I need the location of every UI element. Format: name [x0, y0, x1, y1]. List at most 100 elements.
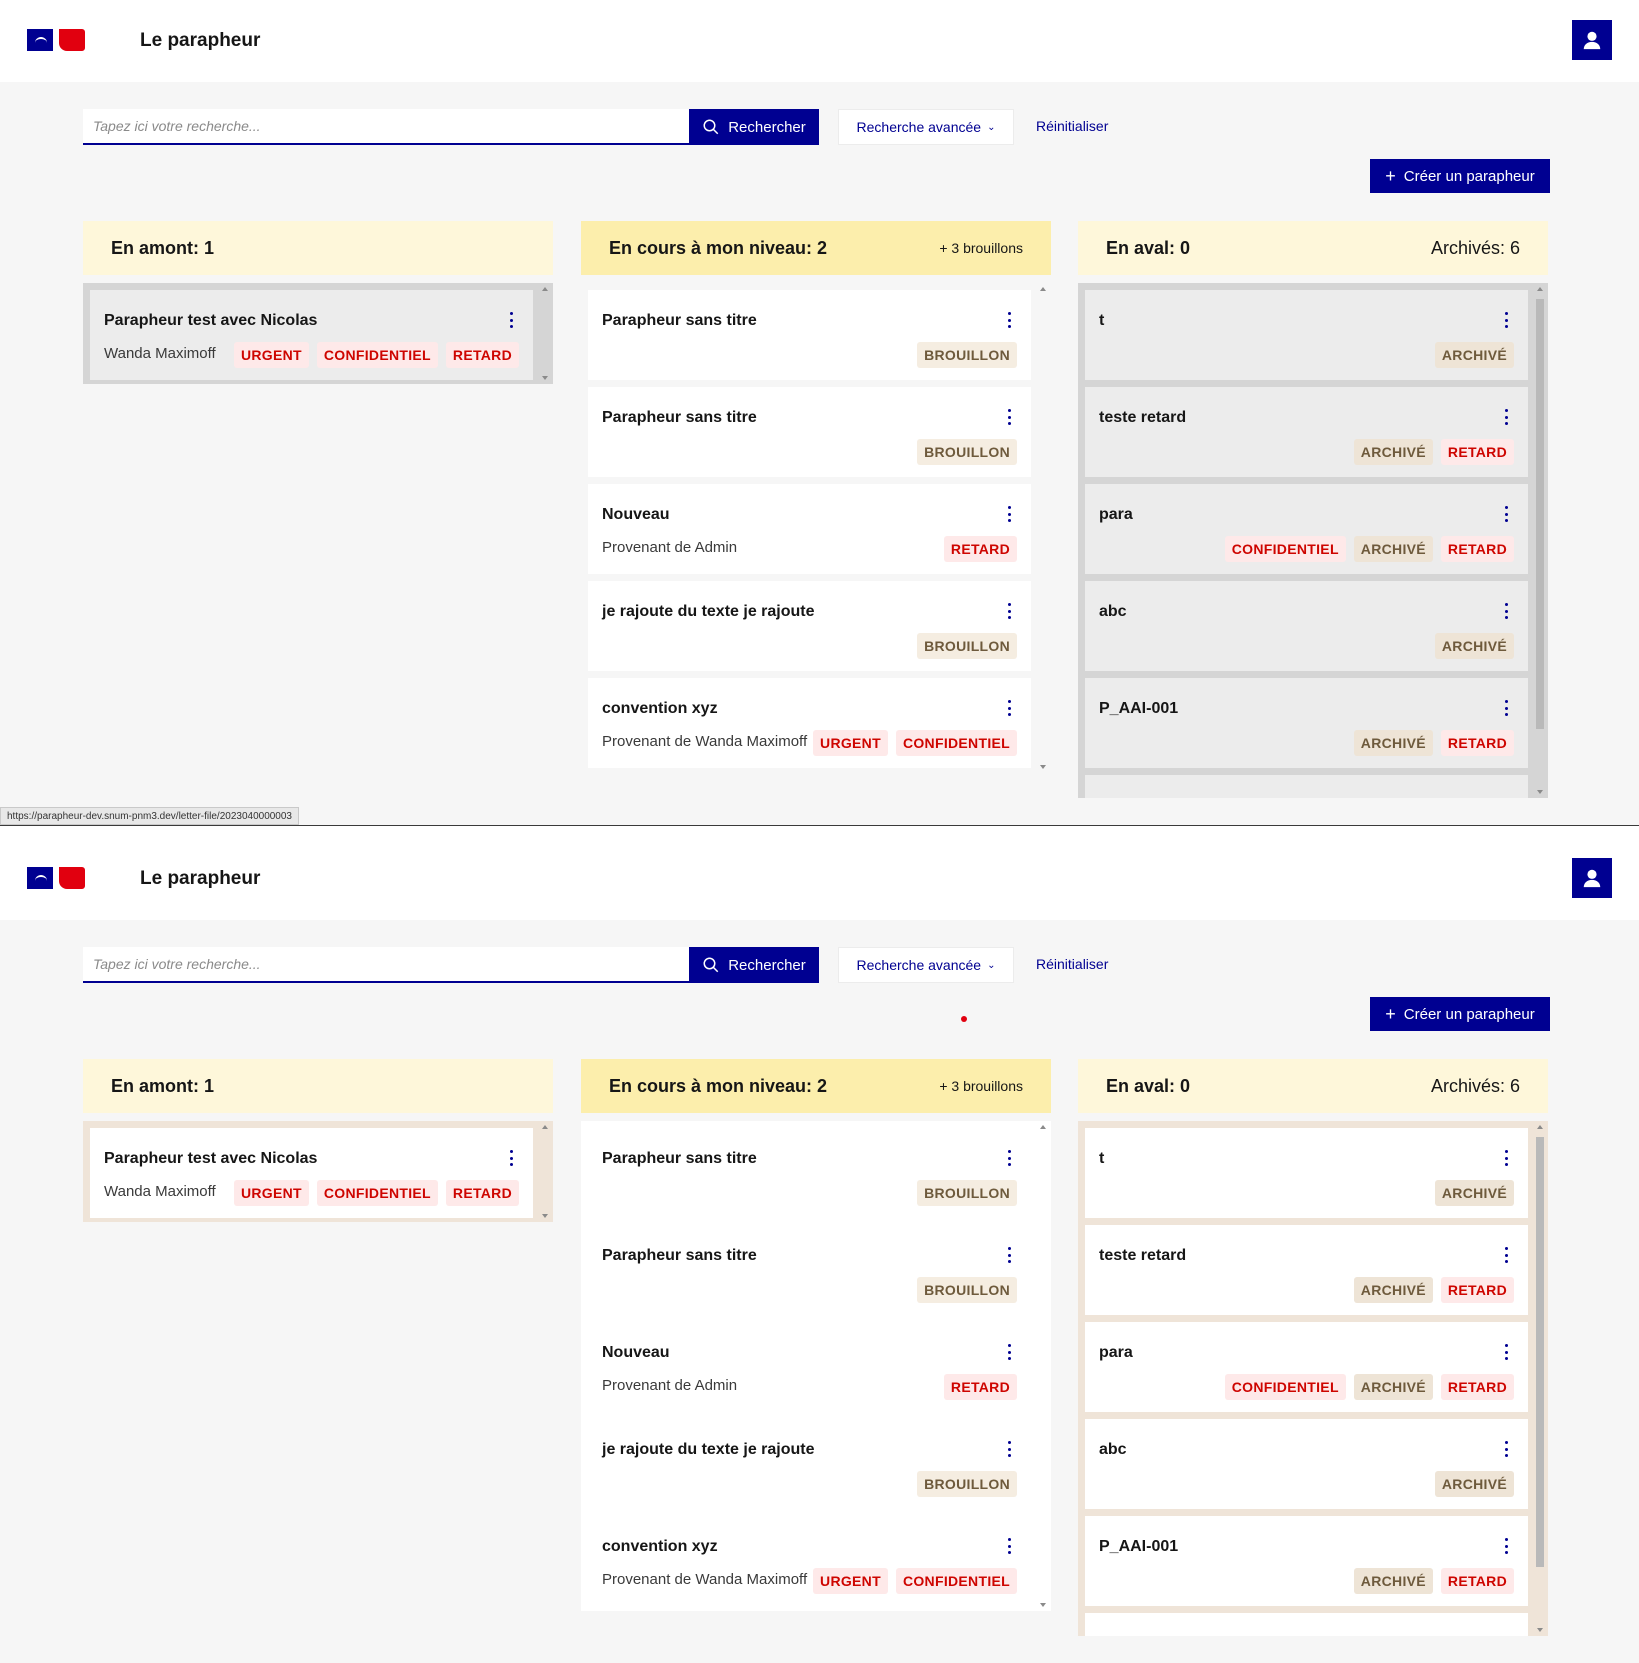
card-tags: ARCHIVÉ RETARD — [1353, 1277, 1514, 1303]
card-title: Nouveau — [602, 506, 670, 523]
drafts-count[interactable]: + 3 brouillons — [939, 1078, 1023, 1094]
status-badge: CONFIDENTIEL — [1224, 536, 1346, 562]
more-vertical-icon[interactable] — [1007, 1150, 1011, 1166]
card-subtitle: Wanda Maximoff — [104, 345, 216, 362]
drafts-count[interactable]: + 3 brouillons — [939, 240, 1023, 256]
scrollbar[interactable] — [1534, 1121, 1546, 1636]
parapheur-card[interactable]: teste retard ARCHIVÉ RETARD — [1085, 1225, 1528, 1315]
user-account-button[interactable] — [1572, 858, 1612, 898]
card-tags: ARCHIVÉ RETARD — [1353, 730, 1514, 756]
card-tags: URGENT CONFIDENTIEL RETARD — [233, 1180, 519, 1206]
column-upstream: En amont: 1 Parapheur test avec Nicolas W… — [83, 1059, 553, 1222]
parapheur-card[interactable]: para CONFIDENTIEL ARCHIVÉ RETARD — [1085, 484, 1528, 574]
plus-icon: + — [1385, 166, 1396, 186]
more-vertical-icon[interactable] — [509, 1150, 513, 1166]
more-vertical-icon[interactable] — [1007, 1247, 1011, 1263]
search-input[interactable] — [83, 947, 689, 983]
parapheur-card[interactable] — [1085, 1613, 1528, 1636]
more-vertical-icon[interactable] — [1504, 700, 1508, 716]
parapheur-card[interactable]: Parapheur sans titre BROUILLON — [588, 290, 1031, 380]
more-vertical-icon[interactable] — [1007, 1441, 1011, 1457]
more-vertical-icon[interactable] — [1504, 1247, 1508, 1263]
parapheur-card[interactable]: Parapheur test avec Nicolas Wanda Maximof… — [90, 290, 533, 380]
parapheur-card[interactable]: teste retard ARCHIVÉ RETARD — [1085, 387, 1528, 477]
status-badge: RETARD — [943, 1374, 1017, 1400]
more-vertical-icon[interactable] — [1504, 1538, 1508, 1554]
site-header: Le parapheur — [0, 838, 1639, 920]
status-badge: ARCHIVÉ — [1353, 1374, 1433, 1400]
create-parapheur-button[interactable]: + Créer un parapheur — [1370, 159, 1550, 193]
parapheur-card[interactable]: abc ARCHIVÉ — [1085, 1419, 1528, 1509]
more-vertical-icon[interactable] — [1007, 700, 1011, 716]
parapheur-card[interactable]: je rajoute du texte je rajoute BROUILLON — [588, 1419, 1031, 1509]
parapheur-card[interactable]: Nouveau Provenant de Admin RETARD — [588, 1322, 1031, 1412]
column-header: En aval: 0 Archivés: 6 — [1078, 1059, 1548, 1113]
scrollbar[interactable] — [1037, 1121, 1049, 1611]
search-button[interactable]: Rechercher — [689, 109, 819, 145]
archived-count[interactable]: Archivés: 6 — [1431, 238, 1520, 259]
parapheur-card[interactable]: Parapheur test avec Nicolas Wanda Maximof… — [90, 1128, 533, 1218]
more-vertical-icon[interactable] — [1007, 506, 1011, 522]
more-vertical-icon[interactable] — [1504, 1150, 1508, 1166]
advanced-search-button[interactable]: Recherche avancée ⌄ — [838, 109, 1014, 145]
more-vertical-icon[interactable] — [1504, 506, 1508, 522]
scrollbar[interactable] — [539, 283, 551, 384]
status-badge: BROUILLON — [917, 439, 1017, 465]
parapheur-card[interactable]: t ARCHIVÉ — [1085, 290, 1528, 380]
more-vertical-icon[interactable] — [1007, 1538, 1011, 1554]
scrollbar-thumb[interactable] — [1536, 1137, 1544, 1567]
parapheur-card[interactable]: Parapheur sans titre BROUILLON — [588, 387, 1031, 477]
status-badge: ARCHIVÉ — [1353, 439, 1433, 465]
reset-link[interactable]: Réinitialiser — [1036, 118, 1108, 134]
parapheur-card[interactable]: convention xyz Provenant de Wanda Maximof… — [588, 678, 1031, 768]
column-title: En amont: 1 — [111, 1075, 215, 1096]
parapheur-card[interactable]: abc ARCHIVÉ — [1085, 581, 1528, 671]
more-vertical-icon[interactable] — [1007, 409, 1011, 425]
scrollbar[interactable] — [1037, 283, 1049, 773]
user-account-button[interactable] — [1572, 20, 1612, 60]
column-title: En cours à mon niveau: 2 — [609, 237, 828, 258]
marianne-logo — [27, 29, 85, 51]
parapheur-card[interactable]: Parapheur sans titre BROUILLON — [588, 1128, 1031, 1218]
more-vertical-icon[interactable] — [1007, 603, 1011, 619]
status-badge: URGENT — [813, 1568, 888, 1594]
more-vertical-icon[interactable] — [1504, 1344, 1508, 1360]
parapheur-card[interactable]: je rajoute du texte je rajoute BROUILLON — [588, 581, 1031, 671]
parapheur-card[interactable]: t ARCHIVÉ — [1085, 1128, 1528, 1218]
more-vertical-icon[interactable] — [1504, 603, 1508, 619]
card-subtitle: Wanda Maximoff — [104, 1183, 216, 1200]
parapheur-card[interactable]: P_AAI-001 ARCHIVÉ RETARD — [1085, 1516, 1528, 1606]
search-icon — [703, 119, 719, 135]
card-title: abc — [1099, 1441, 1127, 1458]
status-badge: ARCHIVÉ — [1353, 1277, 1433, 1303]
status-badge: BROUILLON — [917, 1180, 1017, 1206]
advanced-search-button[interactable]: Recherche avancée ⌄ — [838, 947, 1014, 983]
column-current: En cours à mon niveau: 2 + 3 brouillons … — [581, 221, 1051, 773]
parapheur-card[interactable]: para CONFIDENTIEL ARCHIVÉ RETARD — [1085, 1322, 1528, 1412]
card-title: P_AAI-001 — [1099, 1538, 1179, 1555]
more-vertical-icon[interactable] — [1007, 312, 1011, 328]
search-input[interactable] — [83, 109, 689, 145]
create-parapheur-button[interactable]: + Créer un parapheur — [1370, 997, 1550, 1031]
more-vertical-icon[interactable] — [1504, 312, 1508, 328]
scrollbar[interactable] — [1534, 283, 1546, 798]
scrollbar[interactable] — [539, 1121, 551, 1222]
archived-count[interactable]: Archivés: 6 — [1431, 1076, 1520, 1097]
column-title: En aval: 0 — [1106, 237, 1191, 258]
more-vertical-icon[interactable] — [1504, 1441, 1508, 1457]
search-button[interactable]: Rechercher — [689, 947, 819, 983]
parapheur-card[interactable]: convention xyz Provenant de Wanda Maximof… — [588, 1516, 1031, 1606]
more-vertical-icon[interactable] — [1504, 409, 1508, 425]
parapheur-card[interactable]: Nouveau Provenant de Admin RETARD — [588, 484, 1031, 574]
site-header: Le parapheur — [0, 0, 1639, 82]
column-downstream: En aval: 0 Archivés: 6 t ARCHIVÉ teste ret… — [1078, 221, 1548, 798]
reset-link[interactable]: Réinitialiser — [1036, 956, 1108, 972]
more-vertical-icon[interactable] — [1007, 1344, 1011, 1360]
parapheur-card[interactable] — [1085, 775, 1528, 798]
status-badge: ARCHIVÉ — [1434, 342, 1514, 368]
scrollbar-thumb[interactable] — [1536, 299, 1544, 729]
more-vertical-icon[interactable] — [509, 312, 513, 328]
card-title: teste retard — [1099, 409, 1187, 426]
parapheur-card[interactable]: Parapheur sans titre BROUILLON — [588, 1225, 1031, 1315]
parapheur-card[interactable]: P_AAI-001 ARCHIVÉ RETARD — [1085, 678, 1528, 768]
